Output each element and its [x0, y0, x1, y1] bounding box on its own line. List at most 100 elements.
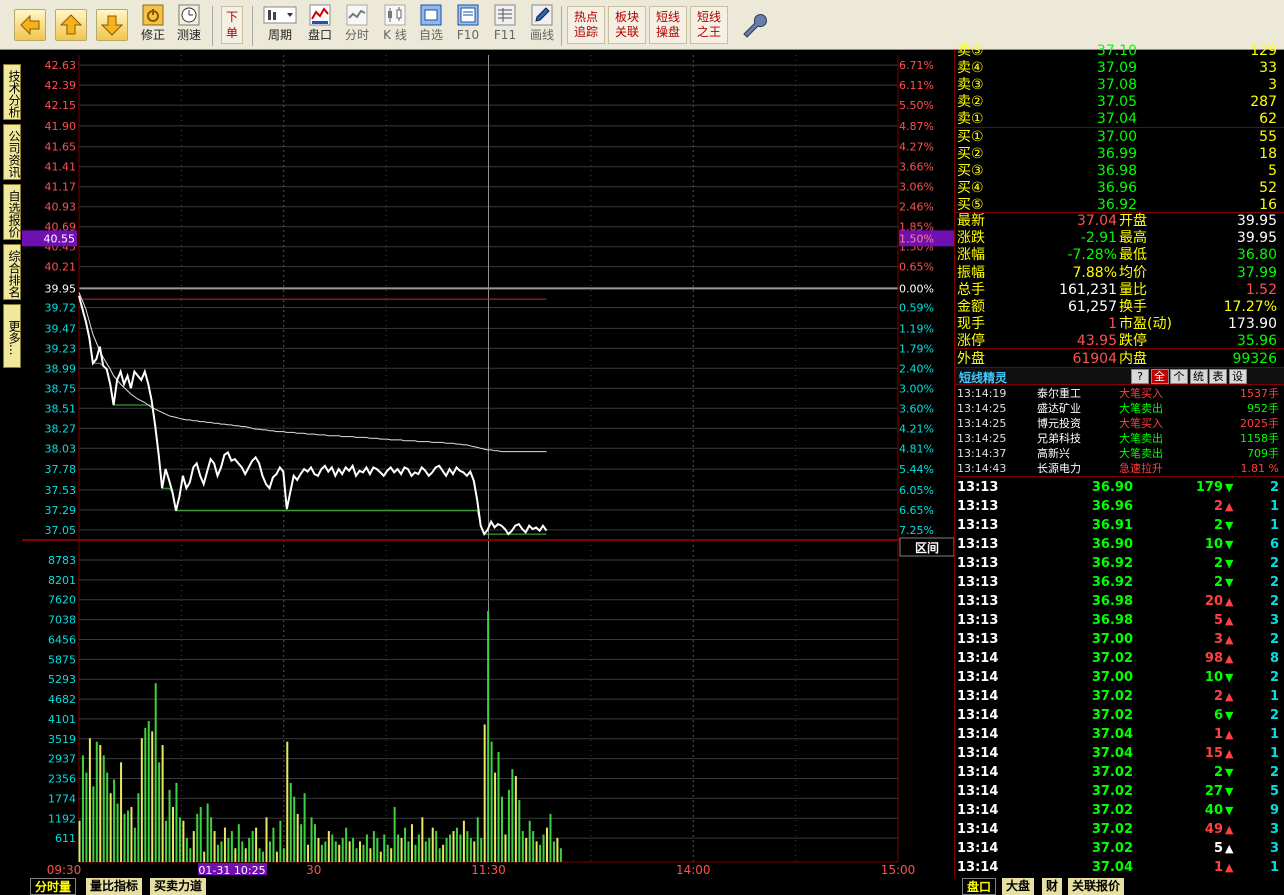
tick-time: 13:14	[957, 651, 999, 666]
time-tick-label: 14:00	[676, 863, 711, 875]
volume-bar	[532, 831, 535, 862]
elf-row[interactable]: 13:14:25 兄弟科技 大笔卖出 1158手	[957, 432, 1283, 446]
volume-bar	[559, 848, 562, 862]
down-arrow-icon: ▼	[1225, 481, 1234, 494]
order-volume: 62	[1259, 111, 1277, 127]
quote-value: 173.90	[1228, 316, 1277, 333]
elf-row[interactable]: 13:14:25 盛达矿业 大笔卖出 952手	[957, 402, 1283, 416]
order-volume: 18	[1259, 146, 1277, 162]
order-level-label: 买①	[957, 129, 984, 145]
elf-filter-button[interactable]: 全	[1150, 369, 1169, 384]
tab-volume-ratio[interactable]: 量比指标	[86, 878, 143, 895]
tick-price: 37.02	[1091, 841, 1133, 856]
tab-buy-sell-force[interactable]: 买卖力道	[150, 878, 207, 895]
tick-price: 36.92	[1091, 575, 1133, 590]
volume-bar	[397, 834, 400, 862]
elf-filter-button[interactable]: 设	[1228, 369, 1247, 384]
volume-bar	[120, 762, 123, 862]
price-tick-label: 39.72	[45, 301, 77, 314]
tick-time: 13:13	[957, 537, 999, 552]
tab-related-quotes[interactable]: 关联报价	[1068, 878, 1125, 895]
tick-volume: 179	[1195, 480, 1223, 495]
elf-row[interactable]: 13:14:37 高新兴 大笔卖出 709手	[957, 447, 1283, 461]
down-button[interactable]	[96, 9, 128, 41]
bid-row[interactable]: 买③ 36.98 5	[957, 163, 1283, 180]
sector-link-button[interactable]: 板块 关联	[608, 6, 646, 44]
price-tick-label: 37.53	[45, 484, 77, 497]
left-vertical-tabs: 技术分析 公司资讯 自选报价 综合排名 更多...	[0, 50, 22, 875]
elf-divider	[955, 476, 1284, 477]
tick-row: 13:14 37.04 1 ▲ 1	[957, 725, 1283, 744]
ask-row[interactable]: 卖② 37.05 287	[957, 94, 1283, 111]
tick-row: 13:13 36.98 20 ▲ 2	[957, 592, 1283, 611]
price-tick-label: 42.39	[45, 79, 77, 92]
tab-tech-analysis[interactable]: 技术分析	[3, 64, 21, 120]
time-tick-label: 15:00	[881, 863, 916, 875]
draw-button[interactable]: 画线	[528, 4, 556, 42]
volume-bar	[390, 848, 393, 862]
back-button[interactable]	[14, 9, 46, 41]
period-button[interactable]: 周期	[262, 4, 298, 42]
order-price: 37.04	[1096, 111, 1137, 127]
order-button[interactable]: 下 单	[221, 6, 243, 44]
hot-tracking-button[interactable]: 热点 追踪	[567, 6, 605, 44]
volume-bar	[549, 813, 552, 862]
tab-more[interactable]: 更多...	[3, 304, 21, 368]
fix-button[interactable]: 修正	[139, 4, 167, 42]
tick-time: 13:14	[957, 708, 999, 723]
cursor-time-label: 01-31 10:25	[198, 864, 265, 875]
bid-row[interactable]: 买② 36.99 18	[957, 146, 1283, 163]
intraday-chart-area[interactable]: 42.63 6.71% 42.39 6.11% 42.15 5.50% 41.90 4.87%…	[22, 50, 955, 877]
elf-filter-button[interactable]: ?	[1131, 369, 1149, 384]
short-king-button[interactable]: 短线 之王	[690, 6, 728, 44]
tab-finance[interactable]: 财	[1042, 878, 1063, 895]
speed-button[interactable]: 测速	[175, 4, 203, 42]
elf-row[interactable]: 13:14:25 博元投资 大笔买入 2025手	[957, 417, 1283, 431]
tab-timeshare-volume[interactable]: 分时量	[30, 878, 77, 895]
tab-handicap[interactable]: 盘口	[962, 878, 997, 895]
tick-count: 2	[1269, 708, 1279, 723]
bid-row[interactable]: 买① 37.00 55	[957, 129, 1283, 146]
timeshare-chart-icon	[346, 4, 368, 26]
ask-row[interactable]: 卖① 37.04 62	[957, 111, 1283, 128]
watchlist-button[interactable]: 自选	[417, 4, 445, 42]
bid-row[interactable]: 买④ 36.96 52	[957, 180, 1283, 197]
tick-volume: 98	[1204, 651, 1223, 666]
volume-bar	[518, 800, 521, 862]
volume-bar	[459, 834, 462, 862]
up-button[interactable]	[55, 9, 87, 41]
f11-button[interactable]: F11	[491, 4, 519, 42]
elf-event: 急速拉升	[1119, 462, 1163, 475]
volume-bar	[223, 827, 226, 862]
short-trade-button[interactable]: 短线 操盘	[649, 6, 687, 44]
tab-watchlist-quotes[interactable]: 自选报价	[3, 184, 21, 240]
tick-time: 13:14	[957, 822, 999, 837]
intraday-chart[interactable]: 42.63 6.71% 42.39 6.11% 42.15 5.50% 41.90 4.87%…	[22, 50, 955, 877]
ask-row[interactable]: 卖④ 37.09 33	[957, 60, 1283, 77]
handicap-button[interactable]: 盘口	[306, 4, 334, 42]
tick-volume: 40	[1204, 803, 1223, 818]
elf-filter-button[interactable]: 统	[1189, 369, 1208, 384]
elf-filter-button[interactable]: 表	[1209, 369, 1227, 384]
time-tick-label: 09:30	[47, 863, 82, 875]
volume-bar	[192, 831, 195, 862]
ask-row[interactable]: 卖③ 37.08 3	[957, 77, 1283, 94]
elf-row[interactable]: 13:14:19 泰尔重工 大笔买入 1537手	[957, 387, 1283, 401]
tab-ranking[interactable]: 综合排名	[3, 244, 21, 300]
settings-wrench-button[interactable]	[738, 10, 768, 40]
timeshare-button[interactable]: 分时	[343, 4, 371, 42]
volume-bar	[504, 834, 507, 862]
elf-row[interactable]: 13:14:43 长源电力 急速拉升 1.81 %	[957, 462, 1283, 476]
ask-row[interactable]: 卖⑤ 37.10 129	[957, 43, 1283, 60]
volume-bar	[546, 827, 549, 862]
kline-button[interactable]: K 线	[380, 4, 410, 42]
tab-market[interactable]: 大盘	[1002, 878, 1035, 895]
tick-volume: 15	[1204, 746, 1223, 761]
f10-button[interactable]: F10	[454, 4, 482, 42]
elf-filter-button[interactable]: 个	[1170, 369, 1188, 384]
tick-price: 36.98	[1091, 613, 1133, 628]
volume-bar	[137, 793, 140, 862]
elf-time: 13:14:43	[957, 462, 1007, 475]
tab-company-info[interactable]: 公司资讯	[3, 124, 21, 180]
volume-bar	[165, 820, 168, 862]
